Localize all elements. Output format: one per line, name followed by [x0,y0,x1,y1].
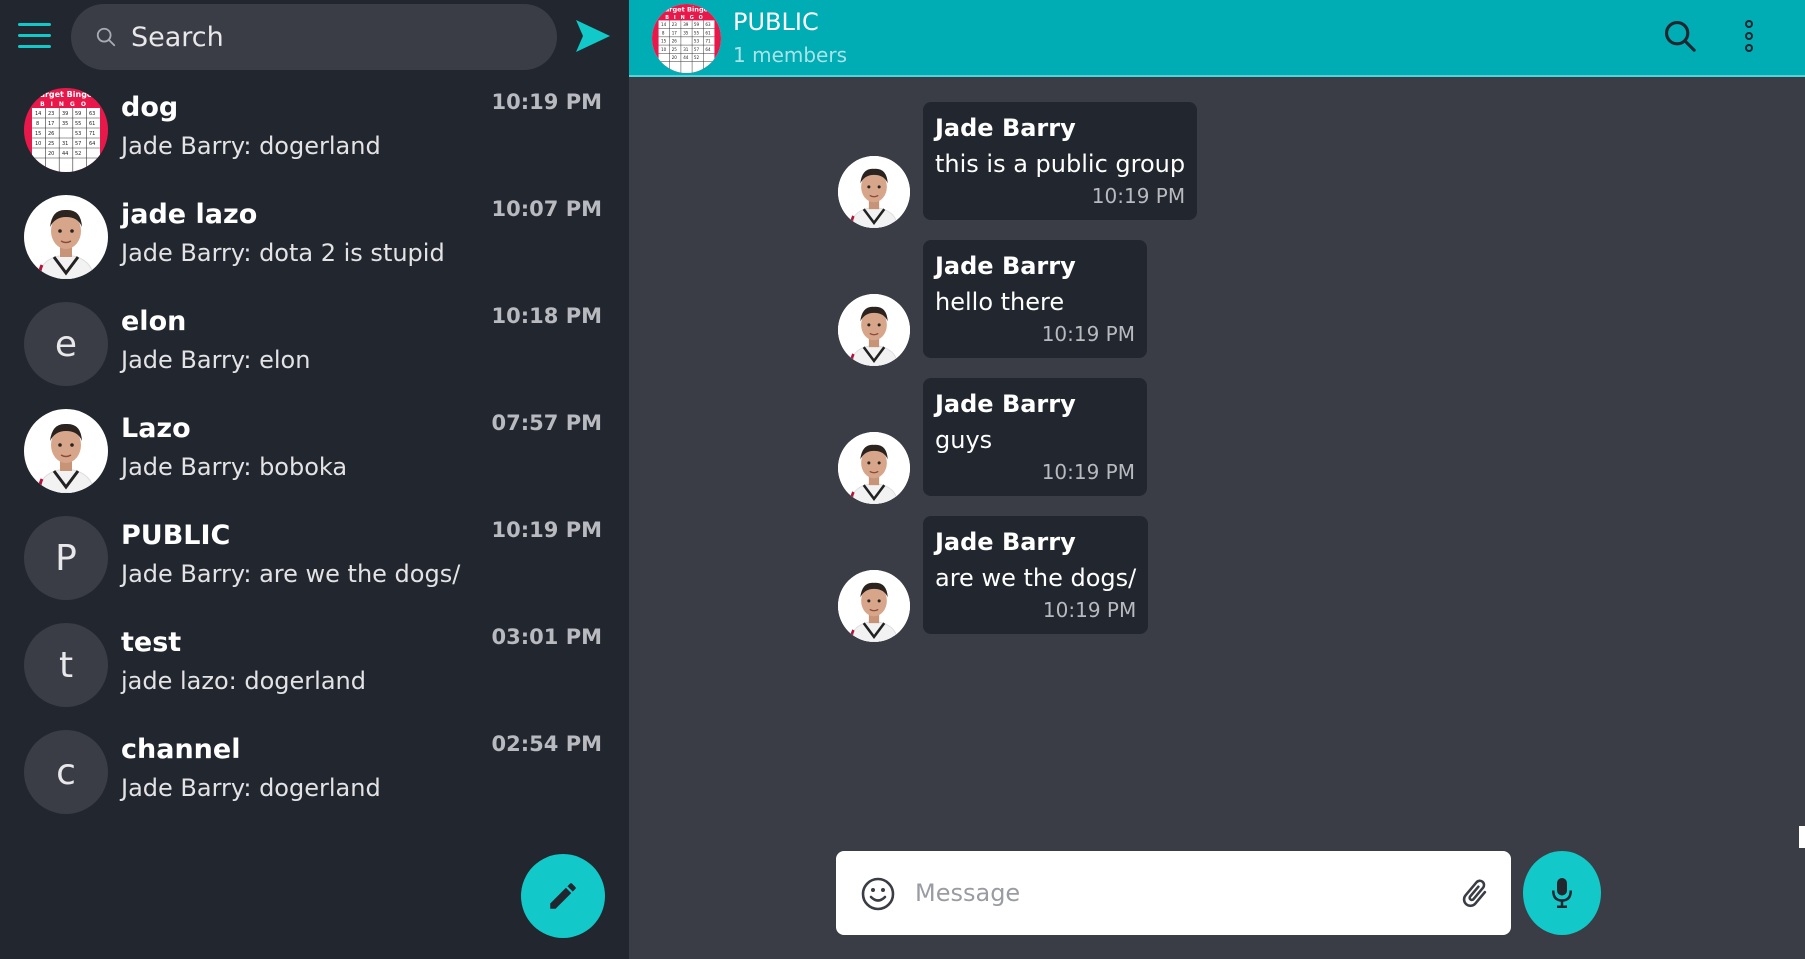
search-icon [96,27,116,47]
message-text: this is a public group [935,150,1186,178]
scrollbar-thumb[interactable] [1799,826,1805,848]
boy-photo [838,432,910,504]
chat-preview: Jade Barry: dogerland [121,132,381,160]
group-avatar[interactable] [652,4,721,73]
search-icon[interactable] [1663,19,1697,53]
message-time: 10:19 PM [1041,322,1135,346]
boy-photo [838,294,910,366]
message-author: Jade Barry [935,390,1076,418]
sender-avatar[interactable] [838,570,910,642]
sidebar: dog Jade Barry: dogerland 10:19 PM jade … [0,0,629,959]
boy-photo [24,409,108,493]
message-time: 10:19 PM [1041,460,1135,484]
chat-item-dog[interactable]: dog Jade Barry: dogerland 10:19 PM [0,82,629,189]
message-bubble[interactable]: Jade Barry this is a public group 10:19 … [923,102,1198,220]
chat-list: dog Jade Barry: dogerland 10:19 PM jade … [0,82,629,831]
chat-name: dog [121,92,179,123]
chat-preview: Jade Barry: boboka [121,453,348,481]
avatar-letter: P [55,537,77,579]
message-composer [836,851,1511,935]
chat-item-test[interactable]: t test jade lazo: dogerland 03:01 PM [0,617,629,724]
paperclip-icon[interactable] [1458,875,1492,913]
chat-avatar: c [24,730,108,814]
chat-item-lazo[interactable]: Lazo Jade Barry: boboka 07:57 PM [0,403,629,510]
chat-panel: PUBLIC 1 members Jade Barry this is a pu… [629,0,1805,959]
chat-item-elon[interactable]: e elon Jade Barry: elon 10:18 PM [0,296,629,403]
microphone-icon [1552,878,1572,908]
message-text: hello there [935,288,1065,316]
sender-avatar[interactable] [838,432,910,504]
member-count: 1 members [733,43,847,67]
new-chat-button[interactable] [521,854,605,938]
chat-time: 02:54 PM [491,732,602,756]
boy-photo [24,195,108,279]
more-options-icon[interactable] [1741,18,1757,54]
search-input[interactable] [131,16,531,58]
message-input[interactable] [915,871,1435,915]
chat-time: 10:18 PM [491,304,602,328]
boy-photo [838,156,910,228]
chat-item-public[interactable]: P PUBLIC Jade Barry: are we the dogs/ 10… [0,510,629,617]
avatar-letter: c [56,751,76,793]
avatar-letter: t [58,644,74,686]
chat-name: Lazo [121,413,191,444]
avatar-letter: e [54,323,78,365]
chat-preview: Jade Barry: are we the dogs/ [121,560,461,588]
chat-avatar [24,88,108,172]
chat-avatar [24,195,108,279]
bingo-card-image [652,4,721,73]
chat-time: 07:57 PM [491,411,602,435]
chat-name: test [121,627,182,658]
message-time: 10:19 PM [1091,184,1186,208]
search-box[interactable] [71,4,557,70]
sidebar-topbar [0,0,629,74]
message-author: Jade Barry [935,252,1076,280]
message-bubble[interactable]: Jade Barry hello there 10:19 PM [923,240,1147,358]
chat-avatar: P [24,516,108,600]
send-icon[interactable] [574,18,612,54]
pencil-icon [550,883,576,909]
chat-preview: Jade Barry: dogerland [121,774,381,802]
message-author: Jade Barry [935,114,1076,142]
chat-time: 10:07 PM [491,197,602,221]
chat-preview: Jade Barry: elon [121,346,311,374]
hamburger-menu-icon[interactable] [18,23,51,49]
chat-time: 03:01 PM [491,625,602,649]
sender-avatar[interactable] [838,156,910,228]
chat-avatar: e [24,302,108,386]
chat-time: 10:19 PM [491,518,602,542]
message-time: 10:19 PM [1042,598,1137,622]
chat-preview: Jade Barry: dota 2 is stupid [121,239,445,267]
chat-avatar: t [24,623,108,707]
chat-avatar [24,409,108,493]
message-author: Jade Barry [935,528,1076,556]
message-bubble[interactable]: Jade Barry guys 10:19 PM [923,378,1147,496]
message-bubble[interactable]: Jade Barry are we the dogs/ 10:19 PM [923,516,1149,634]
chat-title: PUBLIC [733,8,819,36]
chat-item-channel[interactable]: c channel Jade Barry: dogerland 02:54 PM [0,724,629,831]
emoji-icon[interactable] [860,876,896,912]
message-text: are we the dogs/ [935,564,1137,592]
chat-name: jade lazo [121,199,258,230]
chat-name: channel [121,734,241,765]
chat-time: 10:19 PM [491,90,602,114]
chat-header[interactable]: PUBLIC 1 members [629,0,1805,77]
boy-photo [838,570,910,642]
sender-avatar[interactable] [838,294,910,366]
message-text: guys [935,426,993,454]
chat-item-jade-lazo[interactable]: jade lazo Jade Barry: dota 2 is stupid 1… [0,189,629,296]
chat-name: PUBLIC [121,520,231,551]
chat-name: elon [121,306,187,337]
voice-record-button[interactable] [1523,851,1601,935]
chat-preview: jade lazo: dogerland [121,667,366,695]
bingo-card-image [24,88,108,172]
